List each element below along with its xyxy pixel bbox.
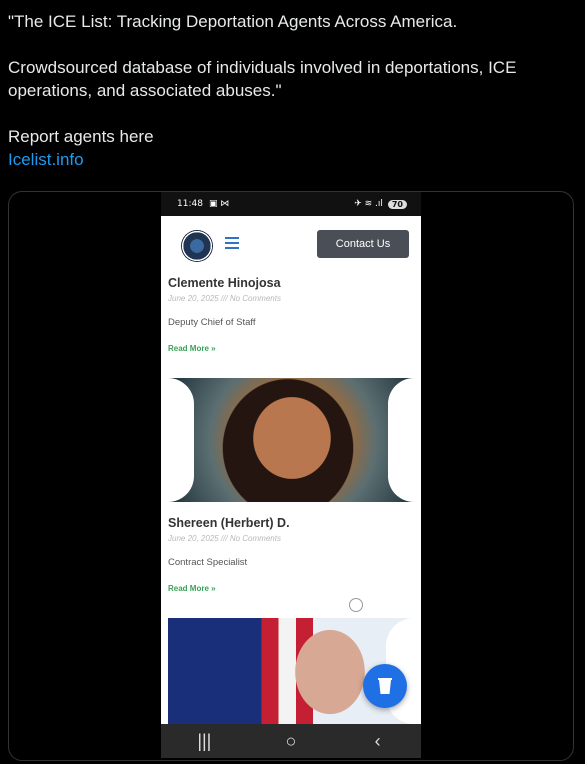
recent-apps-icon[interactable]: ||| [192,731,216,752]
read-more-link[interactable]: Read More » [168,344,414,353]
tweet-body: "The ICE List: Tracking Deportation Agen… [8,10,568,171]
site-header: Contact Us [161,216,421,272]
post-role: Deputy Chief of Staff [168,317,256,328]
phone-nav-bar: ||| ○ ‹ [161,724,421,758]
post-photo[interactable] [168,378,414,502]
phone-screenshot: 11:48 ▣ ⋈ ✈ ≋ .ıl 70 Contact Us Clemente… [161,192,421,758]
logo-icon[interactable] [181,230,213,262]
post-item: Shereen (Herbert) D. June 20, 2025 /// N… [168,516,414,593]
tweet-media[interactable]: 11:48 ▣ ⋈ ✈ ≋ .ıl 70 Contact Us Clemente… [8,191,574,761]
battery-icon: 70 [387,199,407,209]
tweet-report-text: Report agents here [8,127,154,146]
scroll-indicator [349,598,363,612]
contact-us-button[interactable]: Contact Us [317,230,409,258]
tweet-description: Crowdsourced database of individuals inv… [8,58,517,100]
status-time: 11:48 [177,199,203,209]
post-item: Clemente Hinojosa June 20, 2025 /// No C… [168,276,414,353]
status-right-icons: ✈ ≋ .ıl [354,199,383,209]
cup-icon[interactable] [363,664,407,708]
status-left-icons: ▣ ⋈ [208,199,230,209]
post-title[interactable]: Clemente Hinojosa [168,276,414,290]
post-meta: June 20, 2025 /// No Comments [168,294,281,303]
back-icon[interactable]: ‹ [366,731,390,752]
hamburger-menu-icon[interactable] [225,237,239,252]
post-role: Contract Specialist [168,557,248,568]
phone-status-bar: 11:48 ▣ ⋈ ✈ ≋ .ıl 70 [161,192,421,216]
post-meta: June 20, 2025 /// No Comments [168,534,281,543]
post-title[interactable]: Shereen (Herbert) D. [168,516,414,530]
read-more-link[interactable]: Read More » [168,584,414,593]
tweet-quote-line: "The ICE List: Tracking Deportation Agen… [8,12,458,31]
home-icon[interactable]: ○ [279,731,303,752]
tweet-link[interactable]: Icelist.info [8,150,84,169]
